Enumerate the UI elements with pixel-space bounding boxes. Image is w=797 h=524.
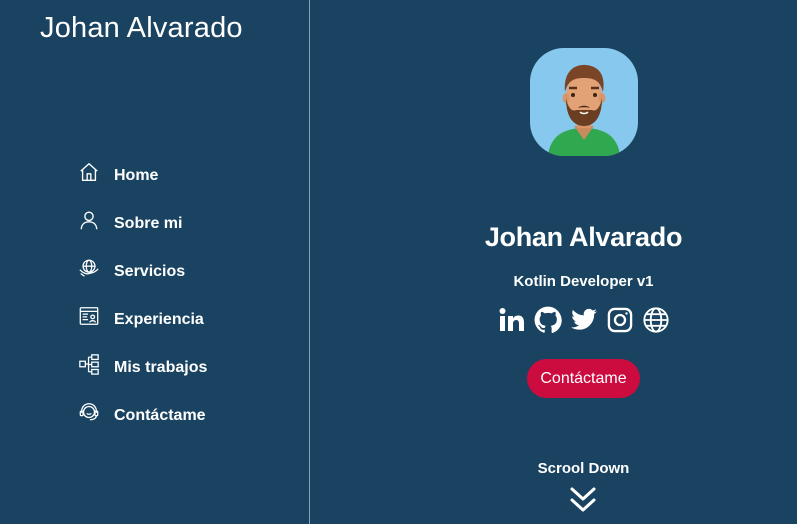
home-icon xyxy=(78,161,100,183)
social-links xyxy=(498,306,670,334)
brand-title[interactable]: Johan Alvarado xyxy=(40,12,243,45)
profile-name: Johan Alvarado xyxy=(484,222,683,252)
github-icon[interactable] xyxy=(534,306,562,334)
user-icon xyxy=(78,209,100,231)
nav-menu: Home Sobre mi Servicios Experiencia Mis … xyxy=(78,152,207,440)
globe-icon[interactable] xyxy=(642,306,670,334)
services-icon xyxy=(78,257,100,279)
nav-item-experiencia[interactable]: Experiencia xyxy=(78,296,207,344)
scroll-down-label: Scrool Down xyxy=(537,460,630,477)
linkedin-icon[interactable] xyxy=(498,306,526,334)
experience-icon xyxy=(78,305,100,327)
sidebar: Johan Alvarado Home Sobre mi Servicios E… xyxy=(0,0,310,524)
nav-label-experiencia: Experiencia xyxy=(114,311,204,328)
profile-role: Kotlin Developer v1 xyxy=(513,273,654,290)
nav-label-servicios: Servicios xyxy=(114,263,186,280)
contact-button[interactable]: Contáctame xyxy=(527,359,640,398)
instagram-icon[interactable] xyxy=(606,306,634,334)
nav-label-sobre-mi: Sobre mi xyxy=(114,215,183,232)
nav-label-mis-trabajos: Mis trabajos xyxy=(114,359,208,376)
nav-item-servicios[interactable]: Servicios xyxy=(78,248,207,296)
nav-item-home[interactable]: Home xyxy=(78,152,207,200)
double-chevron-down-icon[interactable] xyxy=(568,485,598,515)
hero-section: Johan Alvarado Kotlin Developer v1 Contá… xyxy=(310,0,797,524)
avatar xyxy=(530,48,638,156)
headset-icon xyxy=(78,401,100,423)
nav-label-home: Home xyxy=(114,167,159,184)
nav-label-contactame: Contáctame xyxy=(114,407,206,424)
sitemap-icon xyxy=(78,353,100,375)
nav-item-sobre-mi[interactable]: Sobre mi xyxy=(78,200,207,248)
nav-item-contactame[interactable]: Contáctame xyxy=(78,392,207,440)
nav-item-mis-trabajos[interactable]: Mis trabajos xyxy=(78,344,207,392)
avatar-illustration xyxy=(548,64,620,156)
twitter-icon[interactable] xyxy=(570,306,598,334)
